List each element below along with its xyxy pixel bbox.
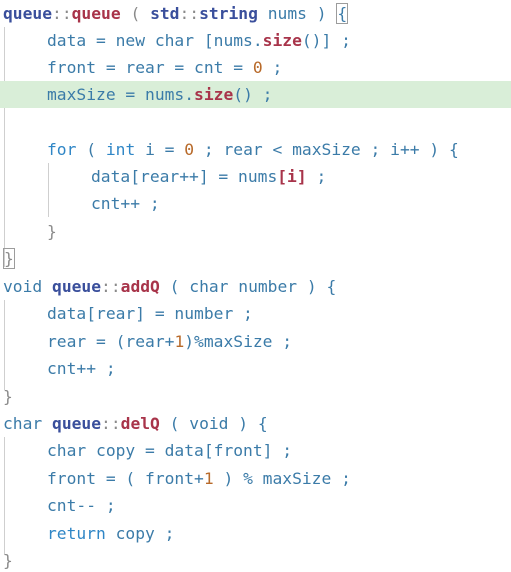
code-line[interactable]: char queue::delQ ( void ) { [0,410,511,437]
scope-operator: :: [101,277,121,296]
code-line[interactable]: } [0,245,511,272]
code-line[interactable]: } [0,383,511,410]
namespace-name: std [150,4,180,23]
code-line[interactable]: data[rear] = number ; [0,300,511,327]
matched-brace: } [3,248,15,269]
code-line[interactable]: queue::queue ( std::string nums ) { [0,0,511,27]
number-literal: 1 [174,332,185,351]
code-text: ()] ; [301,31,351,50]
code-text: data[rear] = number ; [47,304,253,323]
scope-operator: :: [101,414,121,433]
scope-operator: :: [179,4,200,23]
code-line[interactable]: rear = (rear+1)%maxSize ; [0,328,511,355]
code-text: maxSize = nums. [47,85,195,104]
code-line[interactable]: cnt-- ; [0,492,511,519]
code-text: copy ; [105,524,175,543]
code-line[interactable]: void queue::addQ ( char number ) { [0,273,511,300]
code-text: ( [76,140,106,159]
code-line[interactable]: front = ( front+1 ) % maxSize ; [0,465,511,492]
code-line[interactable]: return copy ; [0,520,511,547]
code-text: char [3,414,53,433]
code-text: () ; [233,85,273,104]
type-name: string [199,4,258,23]
code-line[interactable]: front = rear = cnt = 0 ; [0,54,511,81]
code-line[interactable]: cnt++ ; [0,190,511,217]
code-text: data[rear++] = nums [91,167,278,186]
code-text: i = [135,140,185,159]
class-name: queue [52,277,102,296]
code-text: ( void ) { [159,414,268,433]
code-line[interactable]: for ( int i = 0 ; rear < maxSize ; i++ )… [0,136,511,163]
code-text: ; [306,167,327,186]
keyword: for [47,140,77,159]
closing-brace: } [47,222,57,241]
code-text: rear = (rear+ [47,332,175,351]
number-literal: 0 [252,58,263,77]
code-text: void [3,277,53,296]
punctuation: ( [120,4,151,23]
code-line-blank[interactable] [0,108,511,135]
code-text: data = new char [nums. [47,31,263,50]
matched-brace: { [336,3,349,24]
code-line[interactable]: data[rear++] = nums[i] ; [0,163,511,190]
function-name: size [262,31,302,50]
code-line[interactable]: data = new char [nums.size()] ; [0,27,511,54]
code-text: cnt-- ; [47,496,116,515]
code-line[interactable]: char copy = data[front] ; [0,437,511,464]
code-text: char copy = data[front] ; [47,441,293,460]
number-literal: 1 [203,469,214,488]
code-text: front = ( front+ [47,469,204,488]
number-literal: 0 [184,140,195,159]
closing-brace: } [3,551,13,570]
function-name: delQ [120,414,160,433]
keyword: int [105,140,136,159]
closing-brace: } [3,387,13,406]
code-line-highlighted[interactable]: maxSize = nums.size() ; [0,81,511,108]
keyword: return [47,524,106,543]
code-text: nums ) [257,4,337,23]
code-text: ; rear < maxSize ; i++ ) { [194,140,459,159]
function-name: queue [71,4,121,23]
class-name: queue [52,414,102,433]
function-name: size [194,85,234,104]
code-text: front = rear = cnt = [47,58,253,77]
code-text: ; [262,58,283,77]
code-text: ( char number ) { [159,277,337,296]
scope-operator: :: [52,4,72,23]
index-expression: [i] [277,167,307,186]
code-line[interactable]: } [0,218,511,245]
code-editor[interactable]: queue::queue ( std::string nums ) { data… [0,0,511,572]
code-text: )%maxSize ; [184,332,293,351]
class-name: queue [3,4,53,23]
code-text: cnt++ ; [91,194,160,213]
code-line[interactable]: cnt++ ; [0,355,511,382]
code-line[interactable]: } [0,547,511,572]
code-text: cnt++ ; [47,359,116,378]
function-name: addQ [120,277,160,296]
code-text: ) % maxSize ; [213,469,351,488]
